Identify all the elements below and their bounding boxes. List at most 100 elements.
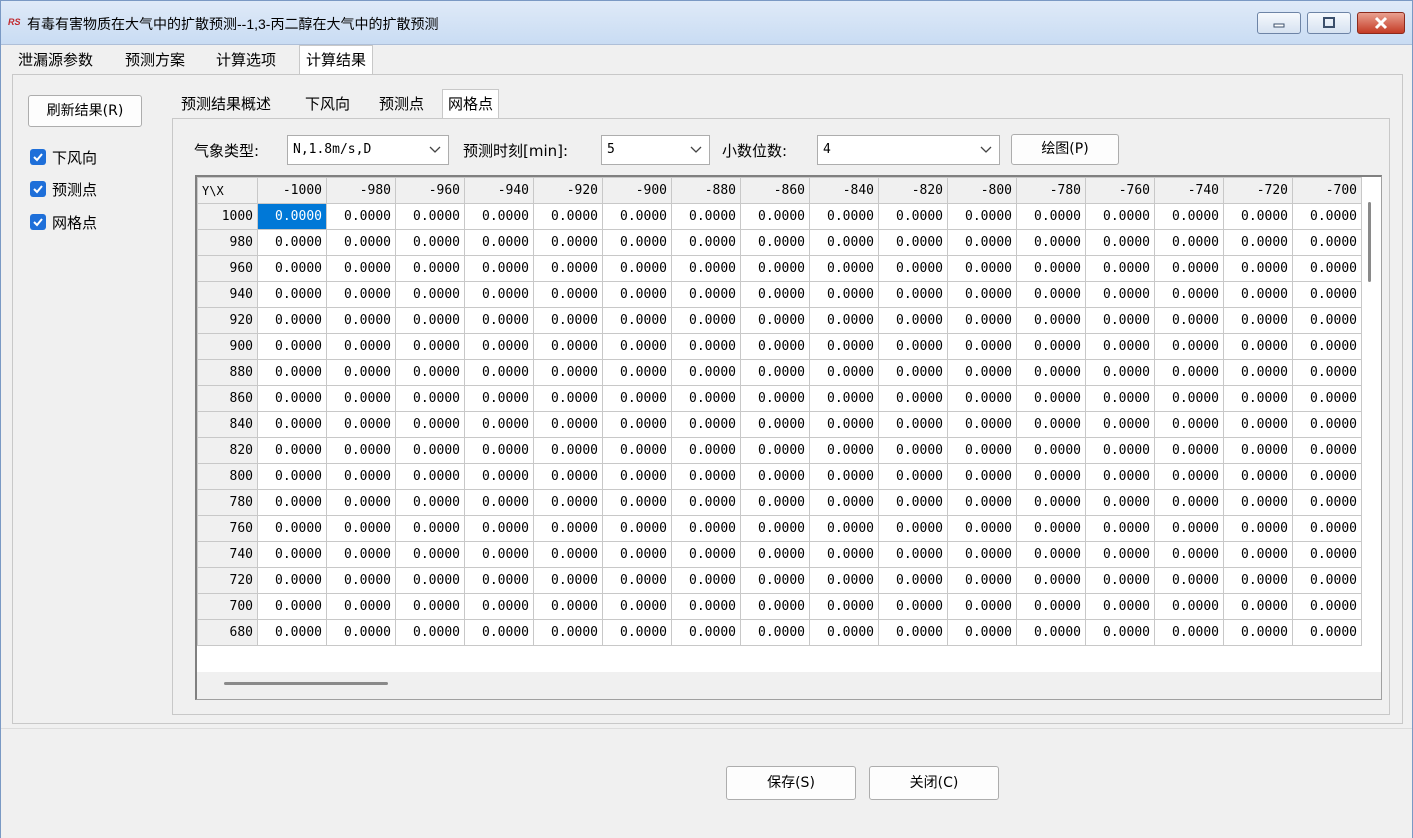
grid-cell[interactable]: 0.0000 — [326, 593, 396, 620]
grid-cell[interactable]: 0.0000 — [1085, 541, 1155, 568]
grid-cell[interactable]: 0.0000 — [1085, 437, 1155, 464]
grid-cell[interactable]: 0.0000 — [878, 333, 948, 360]
grid-cell[interactable]: 0.0000 — [1154, 567, 1224, 594]
grid-cell[interactable]: 0.0000 — [1016, 541, 1086, 568]
grid-cell[interactable]: 0.0000 — [740, 281, 810, 308]
grid-cell[interactable]: 0.0000 — [464, 619, 534, 646]
grid-cell[interactable]: 0.0000 — [1292, 333, 1362, 360]
grid-cell[interactable]: 0.0000 — [464, 359, 534, 386]
grid-cell[interactable]: 0.0000 — [1085, 567, 1155, 594]
grid-column-header[interactable]: -980 — [326, 177, 396, 204]
grid-cell[interactable]: 0.0000 — [602, 203, 672, 230]
grid-cell[interactable]: 0.0000 — [1223, 567, 1293, 594]
grid-row-header[interactable]: 760 — [197, 515, 258, 542]
grid-cell[interactable]: 0.0000 — [395, 333, 465, 360]
grid-cell[interactable]: 0.0000 — [1085, 463, 1155, 490]
grid-row-header[interactable]: 800 — [197, 463, 258, 490]
vertical-scrollbar[interactable] — [1368, 202, 1371, 282]
grid-cell[interactable]: 0.0000 — [326, 385, 396, 412]
grid-cell[interactable]: 0.0000 — [1016, 619, 1086, 646]
grid-cell[interactable]: 0.0000 — [1154, 489, 1224, 516]
grid-cell[interactable]: 0.0000 — [395, 515, 465, 542]
grid-cell[interactable]: 0.0000 — [464, 515, 534, 542]
grid-cell[interactable]: 0.0000 — [947, 333, 1017, 360]
tab-grid-points[interactable]: 网格点 — [442, 89, 500, 120]
grid-cell[interactable]: 0.0000 — [395, 593, 465, 620]
grid-cell[interactable]: 0.0000 — [257, 411, 327, 438]
grid-cell[interactable]: 0.0000 — [878, 229, 948, 256]
grid-cell[interactable]: 0.0000 — [1223, 333, 1293, 360]
grid-cell[interactable]: 0.0000 — [878, 463, 948, 490]
grid-cell[interactable]: 0.0000 — [1085, 333, 1155, 360]
grid-cell[interactable]: 0.0000 — [1085, 515, 1155, 542]
grid-cell[interactable]: 0.0000 — [533, 515, 603, 542]
grid-cell[interactable]: 0.0000 — [878, 203, 948, 230]
grid-cell[interactable]: 0.0000 — [809, 229, 879, 256]
grid-cell[interactable]: 0.0000 — [740, 203, 810, 230]
grid-cell[interactable]: 0.0000 — [464, 463, 534, 490]
grid-cell[interactable]: 0.0000 — [395, 307, 465, 334]
grid-cell[interactable]: 0.0000 — [602, 333, 672, 360]
grid-cell[interactable]: 0.0000 — [257, 463, 327, 490]
grid-cell[interactable]: 0.0000 — [464, 541, 534, 568]
tab-forecast-plan[interactable]: 预测方案 — [119, 47, 191, 74]
grid-cell[interactable]: 0.0000 — [1154, 385, 1224, 412]
grid-row-header[interactable]: 1000 — [197, 203, 258, 230]
grid-cell[interactable]: 0.0000 — [671, 463, 741, 490]
grid-cell[interactable]: 0.0000 — [671, 203, 741, 230]
grid-cell[interactable]: 0.0000 — [1292, 593, 1362, 620]
grid-cell[interactable]: 0.0000 — [257, 437, 327, 464]
grid-cell[interactable]: 0.0000 — [809, 385, 879, 412]
grid-cell[interactable]: 0.0000 — [671, 281, 741, 308]
grid-cell[interactable]: 0.0000 — [1292, 255, 1362, 282]
grid-cell[interactable]: 0.0000 — [1016, 593, 1086, 620]
grid-cell[interactable]: 0.0000 — [1292, 567, 1362, 594]
grid-cell[interactable]: 0.0000 — [809, 333, 879, 360]
grid-cell[interactable]: 0.0000 — [464, 307, 534, 334]
grid-cell[interactable]: 0.0000 — [1292, 515, 1362, 542]
grid-cell[interactable]: 0.0000 — [878, 567, 948, 594]
grid-cell[interactable]: 0.0000 — [1292, 463, 1362, 490]
grid-cell[interactable]: 0.0000 — [1085, 619, 1155, 646]
grid-cell[interactable]: 0.0000 — [257, 255, 327, 282]
grid-row-header[interactable]: 720 — [197, 567, 258, 594]
tab-calc-options[interactable]: 计算选项 — [210, 47, 282, 74]
grid-cell[interactable]: 0.0000 — [1223, 229, 1293, 256]
grid-cell[interactable]: 0.0000 — [947, 593, 1017, 620]
grid-cell[interactable]: 0.0000 — [1016, 385, 1086, 412]
grid-cell[interactable]: 0.0000 — [1085, 203, 1155, 230]
checkbox-prediction-points[interactable]: 预测点 — [30, 179, 97, 199]
grid-cell[interactable]: 0.0000 — [671, 541, 741, 568]
grid-cell[interactable]: 0.0000 — [257, 307, 327, 334]
grid-cell[interactable]: 0.0000 — [1154, 515, 1224, 542]
grid-cell[interactable]: 0.0000 — [1154, 255, 1224, 282]
grid-cell[interactable]: 0.0000 — [464, 229, 534, 256]
grid-column-header[interactable]: -840 — [809, 177, 879, 204]
grid-cell[interactable]: 0.0000 — [464, 437, 534, 464]
grid-cell[interactable]: 0.0000 — [326, 489, 396, 516]
grid-cell[interactable]: 0.0000 — [533, 619, 603, 646]
grid-cell[interactable]: 0.0000 — [809, 203, 879, 230]
grid-cell[interactable]: 0.0000 — [1223, 359, 1293, 386]
grid-cell[interactable]: 0.0000 — [326, 359, 396, 386]
grid-cell[interactable]: 0.0000 — [878, 541, 948, 568]
grid-cell[interactable]: 0.0000 — [947, 463, 1017, 490]
grid-cell[interactable]: 0.0000 — [809, 255, 879, 282]
grid-cell[interactable]: 0.0000 — [326, 463, 396, 490]
grid-cell[interactable]: 0.0000 — [1085, 385, 1155, 412]
tab-calc-results[interactable]: 计算结果 — [299, 45, 374, 76]
grid-cell[interactable]: 0.0000 — [1016, 281, 1086, 308]
grid-cell[interactable]: 0.0000 — [602, 281, 672, 308]
grid-cell[interactable]: 0.0000 — [533, 203, 603, 230]
grid-cell[interactable]: 0.0000 — [1154, 229, 1224, 256]
grid-cell[interactable]: 0.0000 — [257, 567, 327, 594]
grid-cell[interactable]: 0.0000 — [671, 437, 741, 464]
grid-row-header[interactable]: 740 — [197, 541, 258, 568]
grid-cell[interactable]: 0.0000 — [947, 489, 1017, 516]
grid-cell[interactable]: 0.0000 — [602, 229, 672, 256]
title-bar[interactable]: RS 有毒有害物质在大气中的扩散预测--1,3-丙二醇在大气中的扩散预测 — [1, 1, 1412, 45]
grid-cell[interactable]: 0.0000 — [1154, 281, 1224, 308]
grid-cell[interactable]: 0.0000 — [1154, 307, 1224, 334]
grid-cell[interactable]: 0.0000 — [1016, 333, 1086, 360]
grid-cell[interactable]: 0.0000 — [809, 281, 879, 308]
